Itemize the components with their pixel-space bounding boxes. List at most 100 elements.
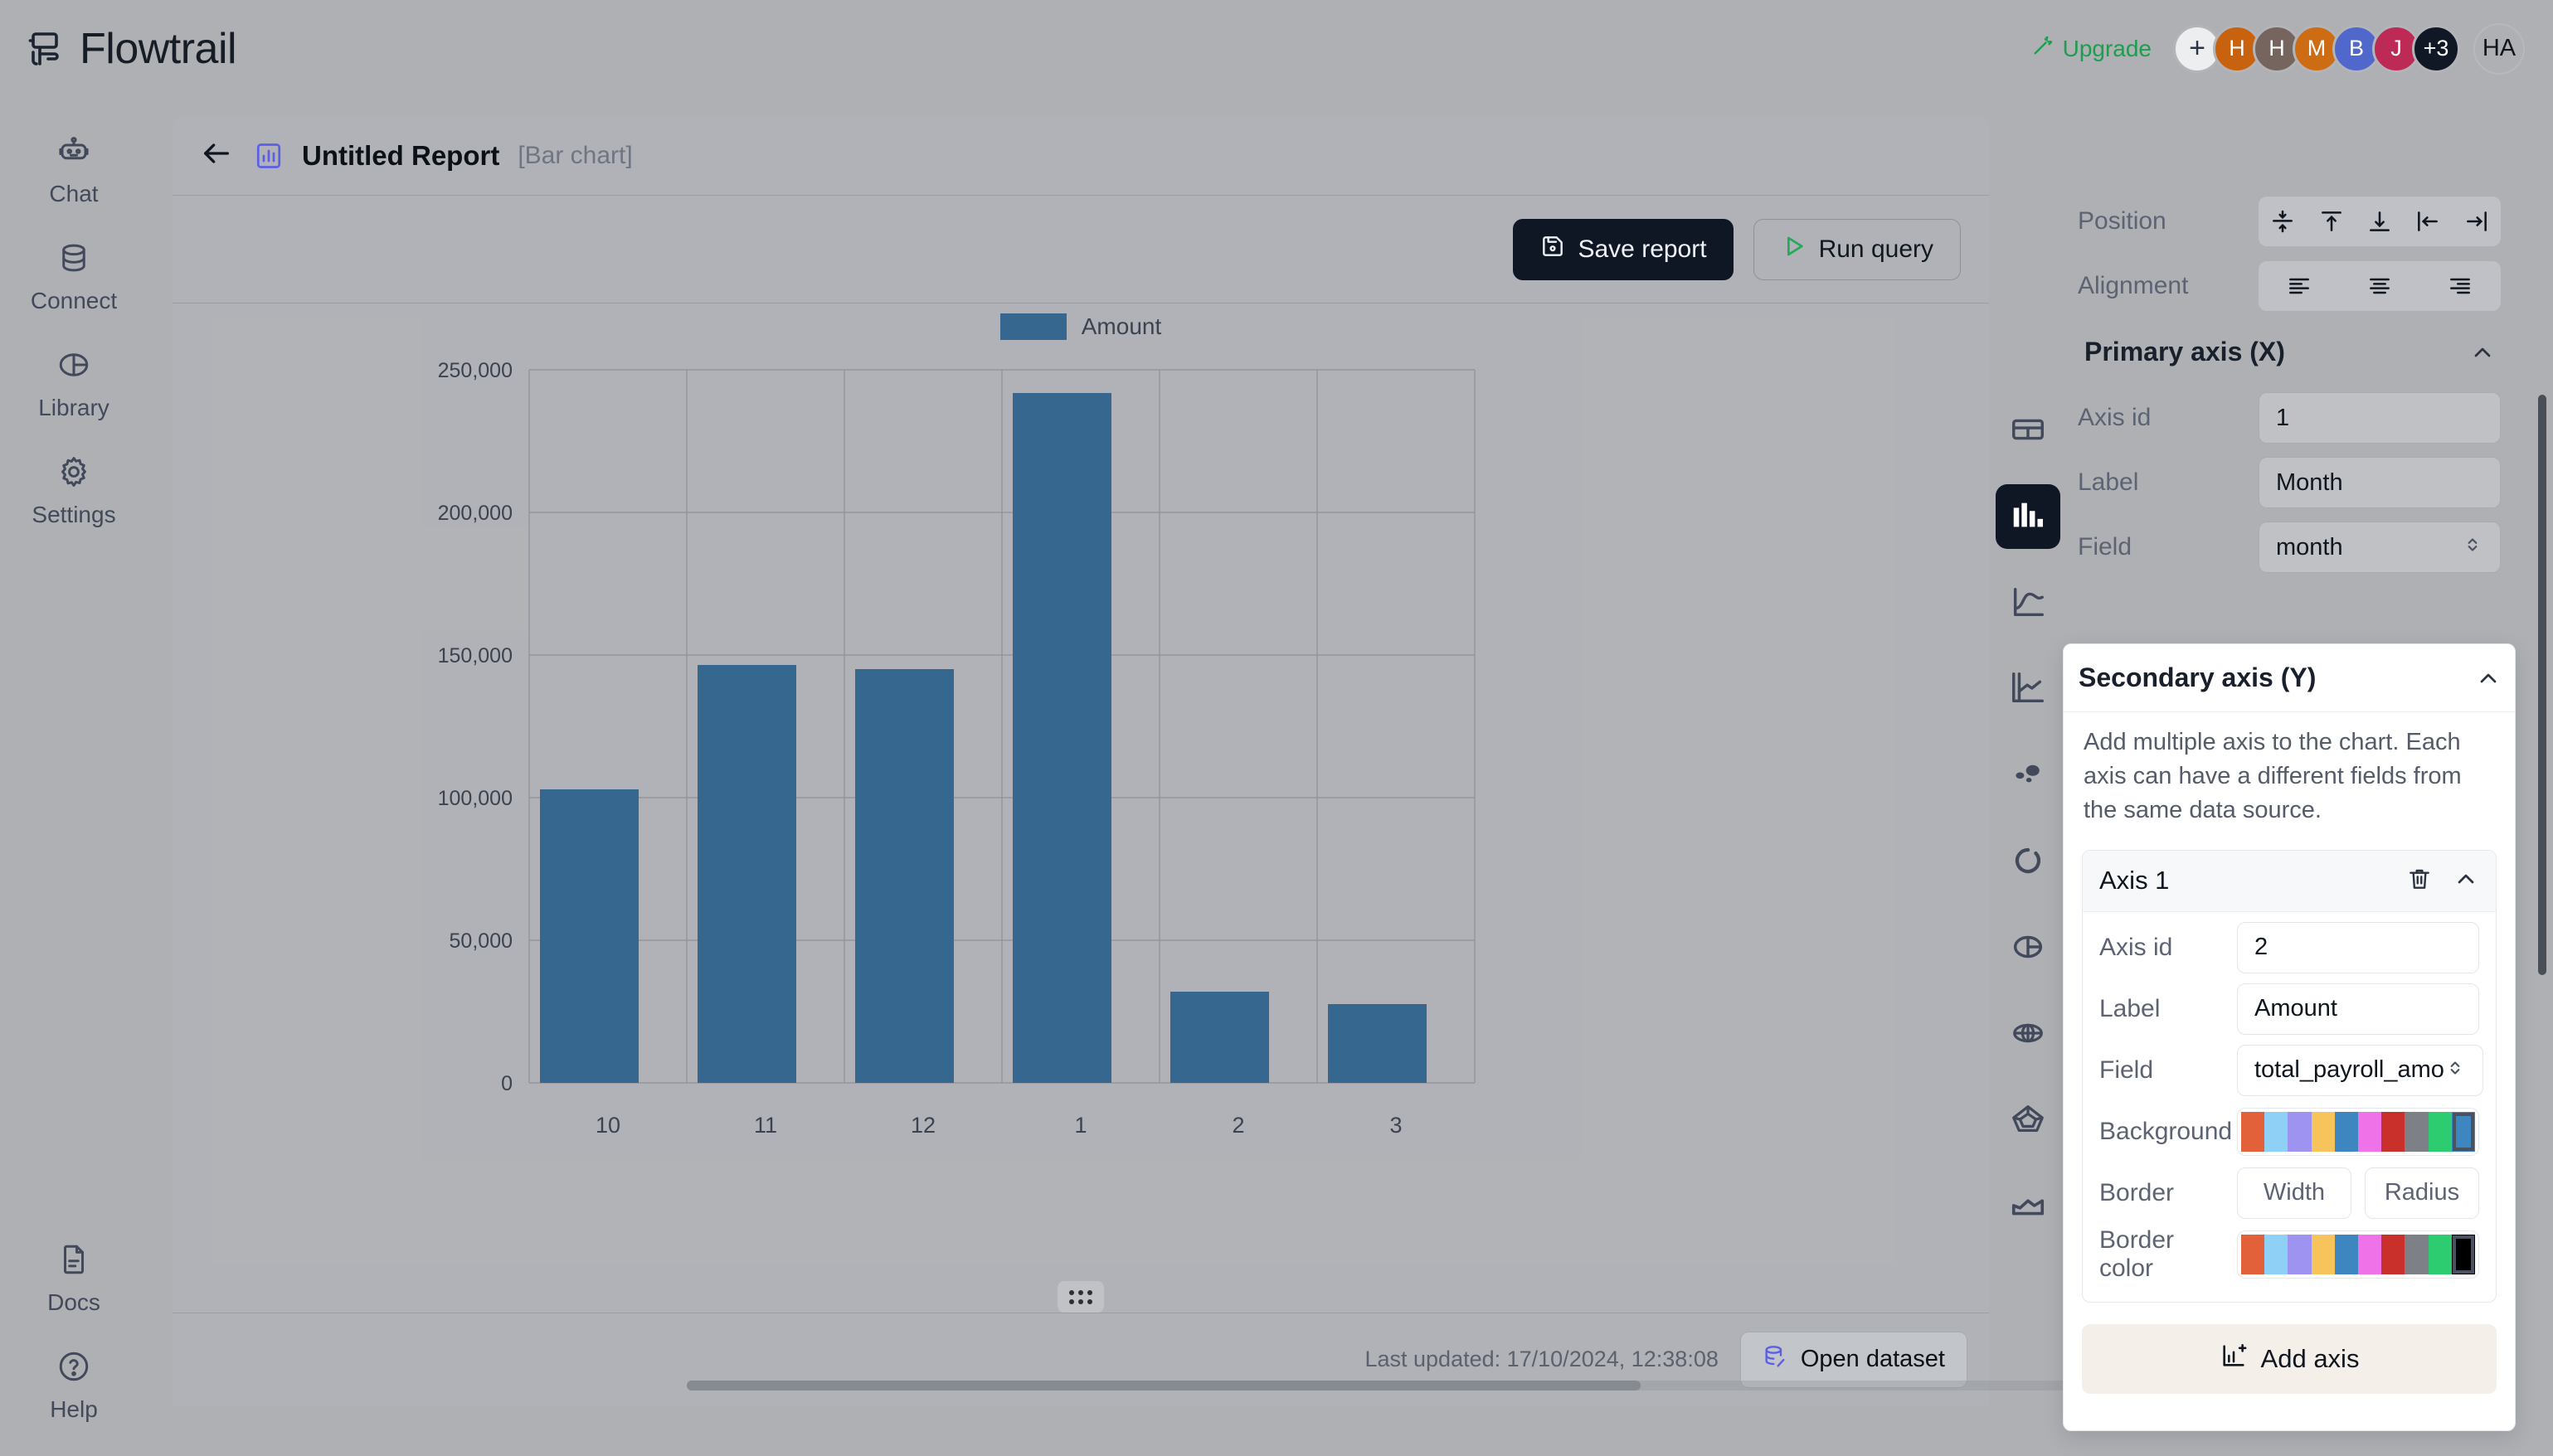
- chart-type-table[interactable]: [1996, 398, 2060, 463]
- primary-axis-fields: Axis id 1 Label Month Field month: [2069, 386, 2509, 580]
- secondary-axis-card: Secondary axis (Y) Add multiple axis to …: [2063, 643, 2516, 1431]
- panel-resize-handle[interactable]: [1058, 1281, 1104, 1313]
- axis-1-border-color-row: Border color: [2099, 1224, 2479, 1285]
- border-width-input[interactable]: Width: [2237, 1167, 2351, 1219]
- color-swatch[interactable]: [2334, 1111, 2359, 1152]
- primary-axis-id-input[interactable]: 1: [2259, 392, 2501, 444]
- sidebar-item-help[interactable]: Help: [7, 1336, 140, 1456]
- align-top-icon[interactable]: [2307, 208, 2355, 235]
- play-icon: [1781, 233, 1807, 266]
- report-footer: Last updated: 17/10/2024, 12:38:08 Open …: [173, 1313, 1989, 1405]
- avatar-overflow-count[interactable]: +3: [2412, 24, 2460, 73]
- sidebar-item-chat[interactable]: Chat: [7, 120, 140, 227]
- save-report-button[interactable]: Save report: [1513, 218, 1734, 280]
- report-panel: Untitled Report [Bar chart] Save report: [173, 116, 2130, 1405]
- primary-axis-label-input[interactable]: Month: [2259, 457, 2501, 508]
- sidebar-item-docs[interactable]: Docs: [7, 1229, 140, 1336]
- sidebar-item-settings[interactable]: Settings: [7, 441, 140, 548]
- mixed-chart-icon: [2009, 669, 2047, 710]
- primary-axis-section-header[interactable]: Primary axis (X): [2069, 318, 2509, 386]
- color-swatch[interactable]: [2381, 1234, 2405, 1274]
- align-left-edge-icon[interactable]: [2404, 208, 2452, 235]
- color-swatch[interactable]: [2241, 1234, 2265, 1274]
- border-radius-input[interactable]: Radius: [2365, 1167, 2479, 1219]
- chart-type-mixed[interactable]: [1996, 657, 2060, 721]
- color-swatch[interactable]: [2288, 1111, 2312, 1152]
- color-swatch[interactable]: [2428, 1234, 2452, 1274]
- color-swatch-selected[interactable]: [2451, 1111, 2476, 1152]
- add-axis-button[interactable]: Add axis: [2082, 1323, 2497, 1394]
- background-color-swatches[interactable]: [2237, 1107, 2479, 1156]
- chevron-up-down-icon: [2444, 1057, 2466, 1084]
- color-swatch[interactable]: [2264, 1234, 2288, 1274]
- axis-1-field-select[interactable]: total_payroll_amo: [2237, 1044, 2483, 1096]
- run-query-button[interactable]: Run query: [1753, 218, 1961, 280]
- primary-axis-field-select[interactable]: month: [2259, 522, 2501, 573]
- chart-type-area[interactable]: [1996, 1174, 2060, 1239]
- align-text-right-icon[interactable]: [2420, 273, 2501, 299]
- align-right-edge-icon[interactable]: [2453, 208, 2501, 235]
- axis-1-id-input[interactable]: 2: [2237, 921, 2479, 973]
- brand[interactable]: Flowtrail: [25, 24, 237, 74]
- color-swatch-selected[interactable]: [2451, 1234, 2476, 1274]
- border-color-swatches[interactable]: [2237, 1230, 2479, 1279]
- sidebar-item-connect[interactable]: Connect: [7, 227, 140, 334]
- open-dataset-label: Open dataset: [1800, 1346, 1945, 1372]
- flowtrail-logo-icon: [25, 29, 65, 69]
- pie-chart-icon: [56, 347, 91, 386]
- secondary-axis-heading: Secondary axis (Y): [2079, 662, 2317, 692]
- color-swatch[interactable]: [2428, 1111, 2452, 1152]
- save-report-label: Save report: [1578, 235, 1707, 263]
- primary-axis-label-row: Label Month: [2078, 450, 2501, 515]
- align-bottom-icon[interactable]: [2356, 208, 2404, 235]
- chevron-up-icon[interactable]: [2469, 339, 2496, 366]
- bar-chart-plot[interactable]: 250,000 200,000 150,000 100,000 50,000 0…: [173, 303, 1989, 1265]
- color-swatch[interactable]: [2311, 1234, 2335, 1274]
- color-swatch[interactable]: [2358, 1234, 2382, 1274]
- svg-text:3: 3: [1389, 1113, 1402, 1138]
- color-swatch[interactable]: [2311, 1111, 2335, 1152]
- chart-type-bar[interactable]: [1996, 484, 2060, 549]
- sidebar-item-library[interactable]: Library: [7, 334, 140, 441]
- user-avatar[interactable]: HA: [2473, 22, 2525, 75]
- page-title: Untitled Report: [302, 139, 500, 171]
- align-center-vertical-icon[interactable]: [2259, 208, 2307, 235]
- svg-text:250,000: 250,000: [438, 359, 513, 382]
- upgrade-button[interactable]: Upgrade: [2031, 34, 2152, 63]
- sidebar-item-label: Chat: [49, 181, 99, 206]
- color-swatch[interactable]: [2381, 1111, 2405, 1152]
- open-dataset-button[interactable]: Open dataset: [1739, 1331, 1967, 1388]
- gear-icon: [56, 454, 91, 493]
- axis-1-card-body: Axis id 2 Label Amount Field total_payro…: [2083, 912, 2496, 1302]
- axis-1-label-input[interactable]: Amount: [2237, 983, 2479, 1035]
- sidebar-item-label: Help: [50, 1396, 98, 1422]
- position-label: Position: [2078, 207, 2166, 235]
- report-toolbar: Save report Run query: [173, 196, 1989, 303]
- color-swatch[interactable]: [2405, 1111, 2429, 1152]
- back-button[interactable]: [197, 137, 236, 175]
- chart-type-polar-area[interactable]: [1996, 1002, 2060, 1066]
- chart-type-bubble[interactable]: [1996, 743, 2060, 808]
- chevron-up-icon[interactable]: [2453, 866, 2479, 896]
- settings-scrollbar-thumb[interactable]: [2538, 395, 2546, 975]
- chart-type-doughnut[interactable]: [1996, 829, 2060, 894]
- align-text-left-icon[interactable]: [2259, 273, 2339, 299]
- trash-icon[interactable]: [2406, 866, 2433, 896]
- grip-dots-icon: [1069, 1289, 1092, 1304]
- svg-text:10: 10: [596, 1113, 620, 1138]
- secondary-axis-section-header[interactable]: Secondary axis (Y): [2064, 644, 2515, 712]
- line-chart-icon: [2009, 583, 2047, 624]
- horizontal-scrollbar-thumb[interactable]: [687, 1381, 1641, 1390]
- color-swatch[interactable]: [2405, 1234, 2429, 1274]
- chart-type-pie[interactable]: [1996, 915, 2060, 980]
- chevron-up-icon[interactable]: [2475, 665, 2502, 692]
- color-swatch[interactable]: [2334, 1234, 2359, 1274]
- chart-type-line[interactable]: [1996, 570, 2060, 635]
- color-swatch[interactable]: [2358, 1111, 2382, 1152]
- color-swatch[interactable]: [2288, 1234, 2312, 1274]
- align-text-center-icon[interactable]: [2339, 273, 2419, 299]
- area-chart-icon: [2009, 1187, 2047, 1227]
- chart-type-radar[interactable]: [1996, 1088, 2060, 1153]
- color-swatch[interactable]: [2264, 1111, 2288, 1152]
- color-swatch[interactable]: [2241, 1111, 2265, 1152]
